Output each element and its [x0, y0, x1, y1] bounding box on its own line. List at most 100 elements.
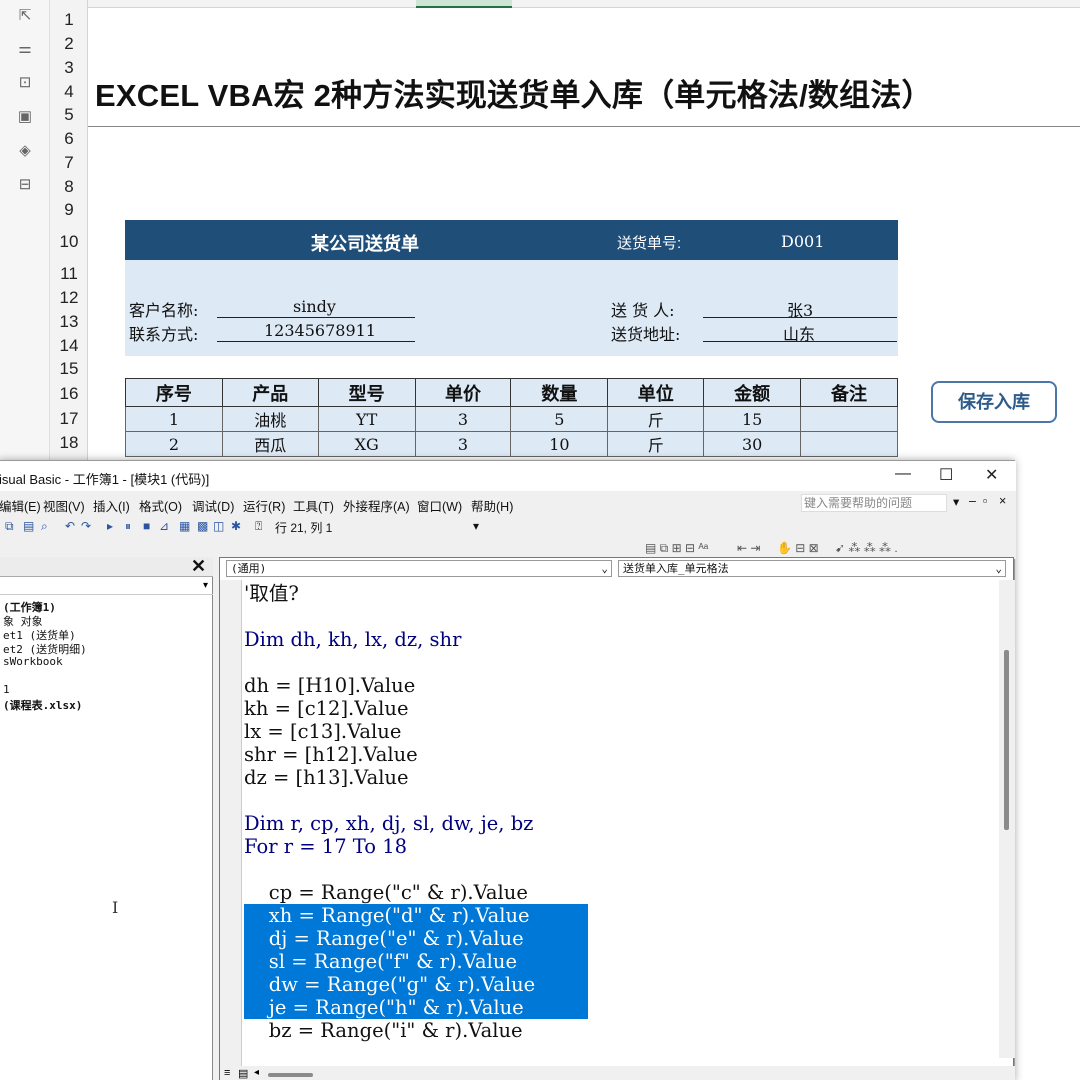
table-cell[interactable]: 油桃 — [221, 406, 319, 432]
row-header[interactable]: 10 — [50, 232, 88, 252]
table-cell[interactable] — [800, 431, 898, 457]
edit-toolbar-icon[interactable]: ▤ ⧉ ⊞ ⊟ ᴬᵃ — [645, 541, 708, 556]
code-line[interactable]: dw = Range("g" & r).Value — [244, 973, 588, 996]
code-margin[interactable] — [220, 580, 242, 1080]
object-browser-icon[interactable]: ◫ — [213, 519, 224, 533]
menu-insert[interactable]: 插入(I) — [93, 496, 130, 515]
mdi-minimize-icon[interactable]: – — [969, 494, 976, 508]
toolbar-options-icon[interactable]: ▾ — [473, 519, 479, 533]
project-explorer-icon[interactable]: ▦ — [179, 519, 190, 533]
col-header-model[interactable]: 型号 — [317, 378, 416, 407]
find-icon[interactable]: ⌕ — [41, 519, 48, 534]
code-line[interactable]: shr = [h12].Value — [244, 743, 418, 766]
col-header-seq[interactable]: 序号 — [125, 378, 223, 407]
menu-run[interactable]: 运行(R) — [243, 496, 285, 515]
code-editor[interactable]: '取值? Dim dh, kh, lx, dz, shr dh = [H10].Va… — [244, 582, 999, 1072]
chevron-down-icon[interactable]: ⌄ — [601, 561, 608, 576]
procedure-view-icon[interactable]: ≡ — [224, 1067, 230, 1079]
contact-value[interactable]: 12345678911 — [264, 321, 376, 340]
code-line[interactable]: xh = Range("d" & r).Value — [244, 904, 588, 927]
table-cell[interactable] — [800, 406, 898, 432]
book-icon[interactable]: ⊟ — [14, 174, 36, 196]
horizontal-scroll-thumb[interactable] — [268, 1073, 313, 1077]
selected-column-header[interactable] — [416, 0, 512, 8]
menu-window[interactable]: 窗口(W) — [417, 496, 462, 515]
row-header[interactable]: 15 — [50, 359, 88, 379]
code-line[interactable]: bz = Range("i" & r).Value — [244, 1019, 523, 1042]
code-line[interactable]: dz = [h13].Value — [244, 766, 409, 789]
shapes-icon[interactable]: ◈ — [14, 140, 36, 162]
menu-tools[interactable]: 工具(T) — [293, 496, 334, 515]
pointer-icon[interactable]: ⇱ — [14, 5, 36, 27]
copy-icon[interactable]: ⧉ — [5, 519, 14, 534]
code-line[interactable]: kh = [c12].Value — [244, 697, 409, 720]
code-line[interactable]: Dim r, cp, xh, dj, sl, dw, je, bz — [244, 812, 533, 835]
table-cell[interactable]: 3 — [414, 431, 512, 457]
run-icon[interactable]: ▸ — [107, 519, 113, 533]
row-header[interactable]: 4 — [50, 82, 88, 102]
toolbox-icon[interactable]: ✱ — [231, 519, 241, 533]
order-no-value[interactable]: D001 — [781, 232, 824, 251]
code-line[interactable]: dh = [H10].Value — [244, 674, 415, 697]
design-mode-icon[interactable]: ⊿ — [159, 519, 169, 533]
module1-node[interactable]: 1 — [3, 683, 10, 696]
object-combo[interactable]: (通用) ⌄ — [226, 560, 612, 577]
table-cell[interactable]: 15 — [703, 406, 802, 432]
table-cell[interactable]: 5 — [510, 406, 609, 432]
table-cell[interactable]: 10 — [510, 431, 609, 457]
bookmark-icon[interactable]: ➹ ⁂ ⁂ ⁂ . — [835, 541, 898, 555]
menu-edit[interactable]: 编辑(E) — [0, 496, 41, 515]
code-line[interactable]: For r = 17 To 18 — [244, 835, 407, 858]
project-close-icon[interactable]: ✕ — [191, 556, 206, 577]
row-header[interactable]: 1 — [50, 10, 88, 30]
customer-value[interactable]: sindy — [293, 297, 336, 316]
image-edit-icon[interactable]: ▣ — [14, 106, 36, 128]
row-header[interactable]: 9 — [50, 200, 88, 220]
close-button[interactable]: ✕ — [985, 465, 998, 485]
col-header-price[interactable]: 单价 — [414, 378, 512, 407]
table-cell[interactable]: XG — [317, 431, 416, 457]
scroll-left-icon[interactable]: ◂ — [254, 1067, 259, 1078]
vertical-scroll-thumb[interactable] — [1004, 650, 1009, 830]
row-header[interactable]: 16 — [50, 384, 88, 404]
code-line[interactable]: je = Range("h" & r).Value — [244, 996, 588, 1019]
table-cell[interactable]: 1 — [125, 406, 223, 432]
mdi-restore-icon[interactable]: ▫ — [983, 494, 987, 508]
code-line[interactable]: '取值? — [244, 582, 299, 605]
col-header-product[interactable]: 产品 — [221, 378, 319, 407]
row-header[interactable]: 3 — [50, 58, 88, 78]
row-header[interactable]: 18 — [50, 433, 88, 453]
properties-icon[interactable]: ▩ — [197, 519, 208, 533]
table-cell[interactable]: 西瓜 — [221, 431, 319, 457]
minimize-button[interactable]: — — [895, 465, 911, 483]
save-to-stock-button[interactable]: 保存入库 — [931, 381, 1057, 423]
breakpoint-icon[interactable]: ✋ ⊟ ⊠ — [777, 541, 819, 555]
col-header-amount[interactable]: 金额 — [703, 378, 802, 407]
code-line[interactable]: lx = [c13].Value — [244, 720, 401, 743]
pause-icon[interactable]: ⏸ — [125, 519, 131, 534]
row-header[interactable]: 17 — [50, 409, 88, 429]
row-header[interactable]: 7 — [50, 153, 88, 173]
code-line[interactable]: sl = Range("f" & r).Value — [244, 950, 588, 973]
row-header[interactable]: 14 — [50, 336, 88, 356]
menu-debug[interactable]: 调试(D) — [192, 496, 234, 515]
menu-format[interactable]: 格式(O) — [139, 496, 182, 515]
table-cell[interactable]: 30 — [703, 431, 802, 457]
row-header[interactable]: 13 — [50, 312, 88, 332]
help-icon[interactable]: ⍰ — [255, 519, 262, 534]
table-cell[interactable]: 2 — [125, 431, 223, 457]
table-cell[interactable]: 3 — [414, 406, 512, 432]
sliders-icon[interactable]: ⚌ — [14, 38, 36, 60]
row-header[interactable]: 2 — [50, 34, 88, 54]
full-module-view-icon[interactable]: ▤ — [238, 1067, 248, 1080]
horizontal-scrollbar[interactable]: ≡ ▤ ◂ — [220, 1066, 1015, 1080]
table-cell[interactable]: 斤 — [607, 431, 705, 457]
indent-icon[interactable]: ⇤ ⇥ — [737, 541, 760, 555]
thisworkbook-node[interactable]: sWorkbook — [3, 655, 63, 668]
vertical-scrollbar[interactable] — [999, 580, 1015, 1058]
help-search-input[interactable]: 键入需要帮助的问题 — [801, 494, 947, 512]
project-node-2[interactable]: (课程表.xlsx) — [3, 697, 82, 713]
row-header[interactable]: 5 — [50, 105, 88, 125]
col-header-unit[interactable]: 单位 — [607, 378, 705, 407]
maximize-button[interactable]: ☐ — [939, 465, 953, 485]
